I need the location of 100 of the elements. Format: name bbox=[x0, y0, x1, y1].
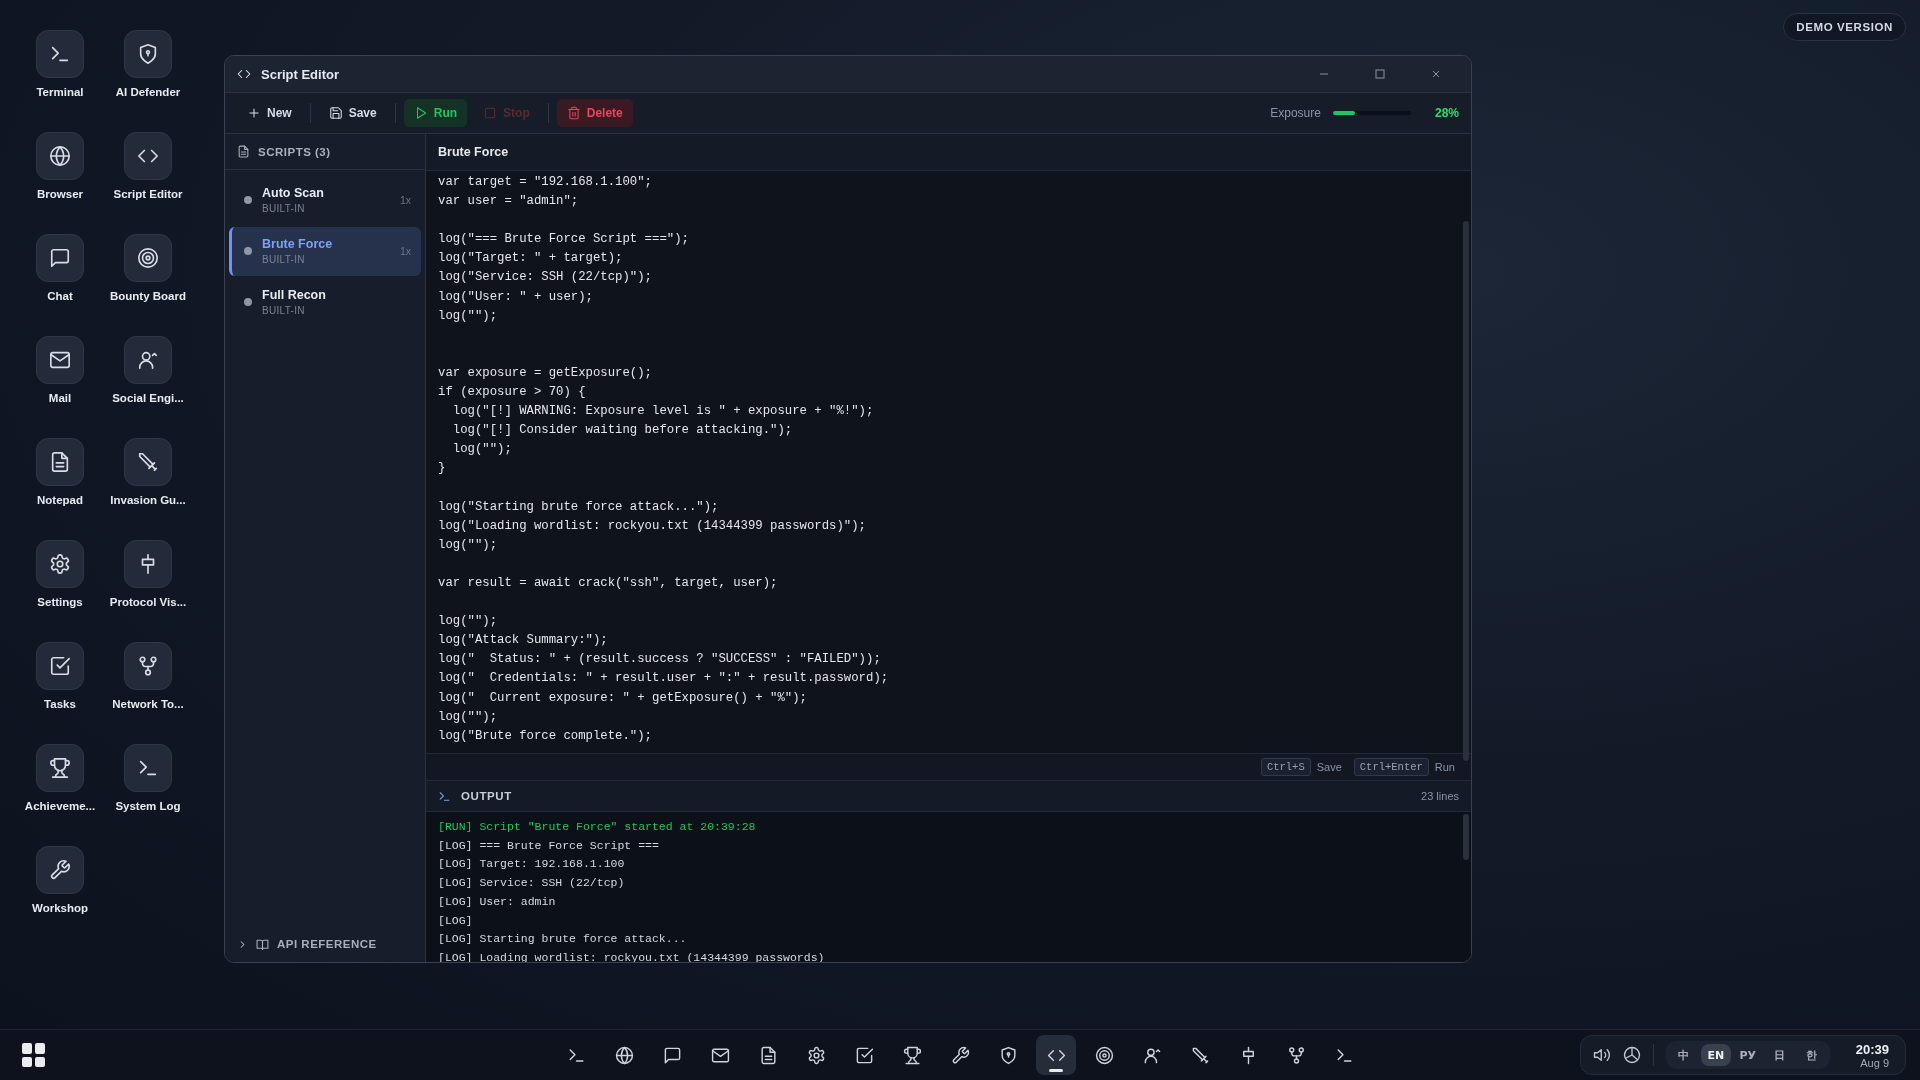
checkbox-icon bbox=[49, 655, 71, 677]
exposure-reading: 28% bbox=[1434, 106, 1459, 120]
app-label[interactable]: Achieveme... bbox=[24, 800, 96, 812]
mail-icon bbox=[49, 349, 71, 371]
close-icon bbox=[1431, 69, 1441, 79]
network-icon bbox=[137, 655, 159, 677]
app-label[interactable]: Tasks bbox=[44, 698, 76, 710]
output-line: [LOG] Starting brute force attack... bbox=[438, 931, 688, 948]
network-button[interactable] bbox=[1622, 1046, 1641, 1064]
app-label[interactable]: Chat bbox=[47, 290, 73, 302]
app-shortcut[interactable] bbox=[124, 336, 172, 384]
app-label[interactable]: Notepad bbox=[37, 494, 83, 506]
app-label[interactable]: Browser bbox=[37, 188, 83, 200]
app-shortcut[interactable] bbox=[124, 132, 172, 180]
script-name: Auto Scan bbox=[262, 186, 325, 200]
app-shortcut[interactable] bbox=[124, 30, 172, 78]
taskbar-app[interactable] bbox=[1036, 1035, 1076, 1075]
plus-icon bbox=[247, 106, 261, 120]
script-tag: BUILT-IN bbox=[262, 203, 390, 214]
file-icon bbox=[237, 145, 250, 158]
document-icon bbox=[49, 451, 71, 473]
app-shortcut[interactable] bbox=[36, 744, 84, 792]
app-shortcut[interactable] bbox=[36, 438, 84, 486]
pie-chart-icon bbox=[1622, 1046, 1641, 1064]
app-shortcut[interactable] bbox=[36, 642, 84, 690]
globe-icon bbox=[49, 145, 71, 167]
app-label[interactable]: Mail bbox=[48, 392, 72, 404]
status-dot bbox=[244, 196, 252, 204]
exposure-label: Exposure bbox=[1270, 106, 1321, 120]
app-shortcut[interactable] bbox=[36, 234, 84, 282]
wrench-icon bbox=[49, 859, 71, 881]
script-item[interactable]: Auto Scan BUILT-IN 1x bbox=[229, 176, 421, 225]
script-name: Full Recon bbox=[262, 288, 327, 302]
app-shortcut[interactable] bbox=[124, 642, 172, 690]
app-label[interactable]: AI Defender bbox=[115, 86, 181, 98]
app-label[interactable]: Settings bbox=[37, 596, 83, 608]
toolbar-button[interactable]: Delete bbox=[556, 99, 633, 127]
app-label[interactable]: Bounty Board bbox=[110, 290, 186, 302]
chat-bubble-icon bbox=[662, 1045, 682, 1065]
code-editor-text[interactable]: var target = "192.168.1.100"; var user = "admin"; log("=== Brute Force Script ==="); log("Target: " + target); log("Service: SSH (22/tcp)"); log("User: " + user); log(""); var exposure = getExposure(); if (exposure > 70) { log("[!] WARNING: Exposure level is " + exposure + "%!"); log("[!] Consider waiting before attacking."); log(""); } log("Starting brute force attack..."); log("Loading wordlist: rockyou.txt (14344399 passwords)"); log(""); var result = await crack("ssh", target, user); log(""); log("Attack Summary:"); log(" Status: " + (result.success ? "SUCCESS" : "FAILED")); log(" Credentials: " + result.user + ":" + result.password); log(" Current exposure: " + getExposure() + "%"); log(""); log("Brute force complete."); bbox=[426, 171, 1471, 748]
line-count: 23 lines bbox=[1421, 790, 1459, 802]
shortcut-label: Run bbox=[1434, 761, 1455, 773]
app-shortcut[interactable] bbox=[124, 438, 172, 486]
script-tag: BUILT-IN bbox=[262, 254, 390, 265]
run-count: 1x bbox=[399, 194, 411, 206]
script-item[interactable]: Full Recon BUILT-IN bbox=[229, 278, 421, 327]
language-option[interactable]: РУ bbox=[1732, 1044, 1763, 1066]
output-line: [LOG] User: admin bbox=[438, 893, 557, 910]
volume-button[interactable] bbox=[1592, 1046, 1611, 1064]
wrench-icon bbox=[950, 1045, 970, 1065]
start-button[interactable] bbox=[22, 1043, 46, 1067]
app-label[interactable]: Script Editor bbox=[113, 188, 183, 200]
app-shortcut[interactable] bbox=[124, 540, 172, 588]
toolbar-button[interactable]: New bbox=[237, 99, 302, 127]
target-icon bbox=[137, 247, 159, 269]
stop-icon bbox=[483, 106, 498, 120]
mail-icon bbox=[710, 1045, 730, 1065]
window-title: Script Editor bbox=[261, 66, 339, 82]
output-line: [LOG] Target: 192.168.1.100 bbox=[438, 856, 626, 873]
app-shortcut[interactable] bbox=[36, 336, 84, 384]
app-shortcut[interactable] bbox=[36, 540, 84, 588]
app-label[interactable]: Workshop bbox=[32, 902, 88, 914]
trophy-icon bbox=[902, 1045, 922, 1065]
output-line: [LOG] Service: SSH (22/tcp) bbox=[438, 875, 626, 892]
checkbox-icon bbox=[854, 1045, 874, 1065]
status-dot bbox=[244, 247, 252, 255]
toolbar-button[interactable]: Save bbox=[318, 99, 387, 127]
code-icon bbox=[237, 67, 251, 81]
app-shortcut[interactable] bbox=[36, 132, 84, 180]
demo-badge: DEMO VERSION bbox=[1783, 13, 1906, 41]
run-count: 1x bbox=[399, 245, 411, 257]
output-line: [RUN] Script "Brute Force" started at 20:39:28 bbox=[438, 819, 757, 835]
language-option[interactable]: 한 bbox=[1796, 1044, 1827, 1066]
output-line: [LOG] bbox=[438, 912, 474, 929]
script-item[interactable]: Brute Force BUILT-IN 1x bbox=[229, 227, 421, 276]
app-label[interactable]: Protocol Vis... bbox=[109, 596, 187, 608]
globe-icon bbox=[614, 1045, 634, 1065]
app-label[interactable]: Network To... bbox=[112, 698, 184, 710]
language-option[interactable]: 日 bbox=[1764, 1044, 1795, 1066]
sidebar-heading: SCRIPTS (3) bbox=[258, 145, 331, 158]
book-icon bbox=[256, 937, 269, 951]
shortcut-key: Ctrl+Enter bbox=[1353, 758, 1429, 776]
app-label[interactable]: System Log bbox=[115, 800, 181, 812]
language-option[interactable]: EN bbox=[1700, 1044, 1731, 1066]
api-reference-toggle[interactable]: API REFERENCE bbox=[225, 926, 425, 962]
output-title: OUTPUT bbox=[461, 790, 512, 802]
clock-time: 20:39 bbox=[1855, 1041, 1889, 1057]
script-title: Brute Force bbox=[438, 145, 509, 159]
language-option[interactable]: 中 bbox=[1668, 1044, 1699, 1066]
user-icon bbox=[137, 349, 159, 371]
app-label[interactable]: Social Engi... bbox=[112, 392, 184, 404]
chat-bubble-icon bbox=[49, 247, 71, 269]
app-shortcut[interactable] bbox=[124, 234, 172, 282]
app-label[interactable]: Invasion Gu... bbox=[110, 494, 186, 506]
toolbar-button[interactable]: Run bbox=[403, 99, 468, 127]
app-shortcut[interactable] bbox=[36, 846, 84, 894]
target-icon bbox=[1094, 1045, 1114, 1065]
app-label[interactable]: Terminal bbox=[36, 86, 84, 98]
document-icon bbox=[758, 1045, 778, 1065]
settings-icon bbox=[49, 553, 71, 575]
